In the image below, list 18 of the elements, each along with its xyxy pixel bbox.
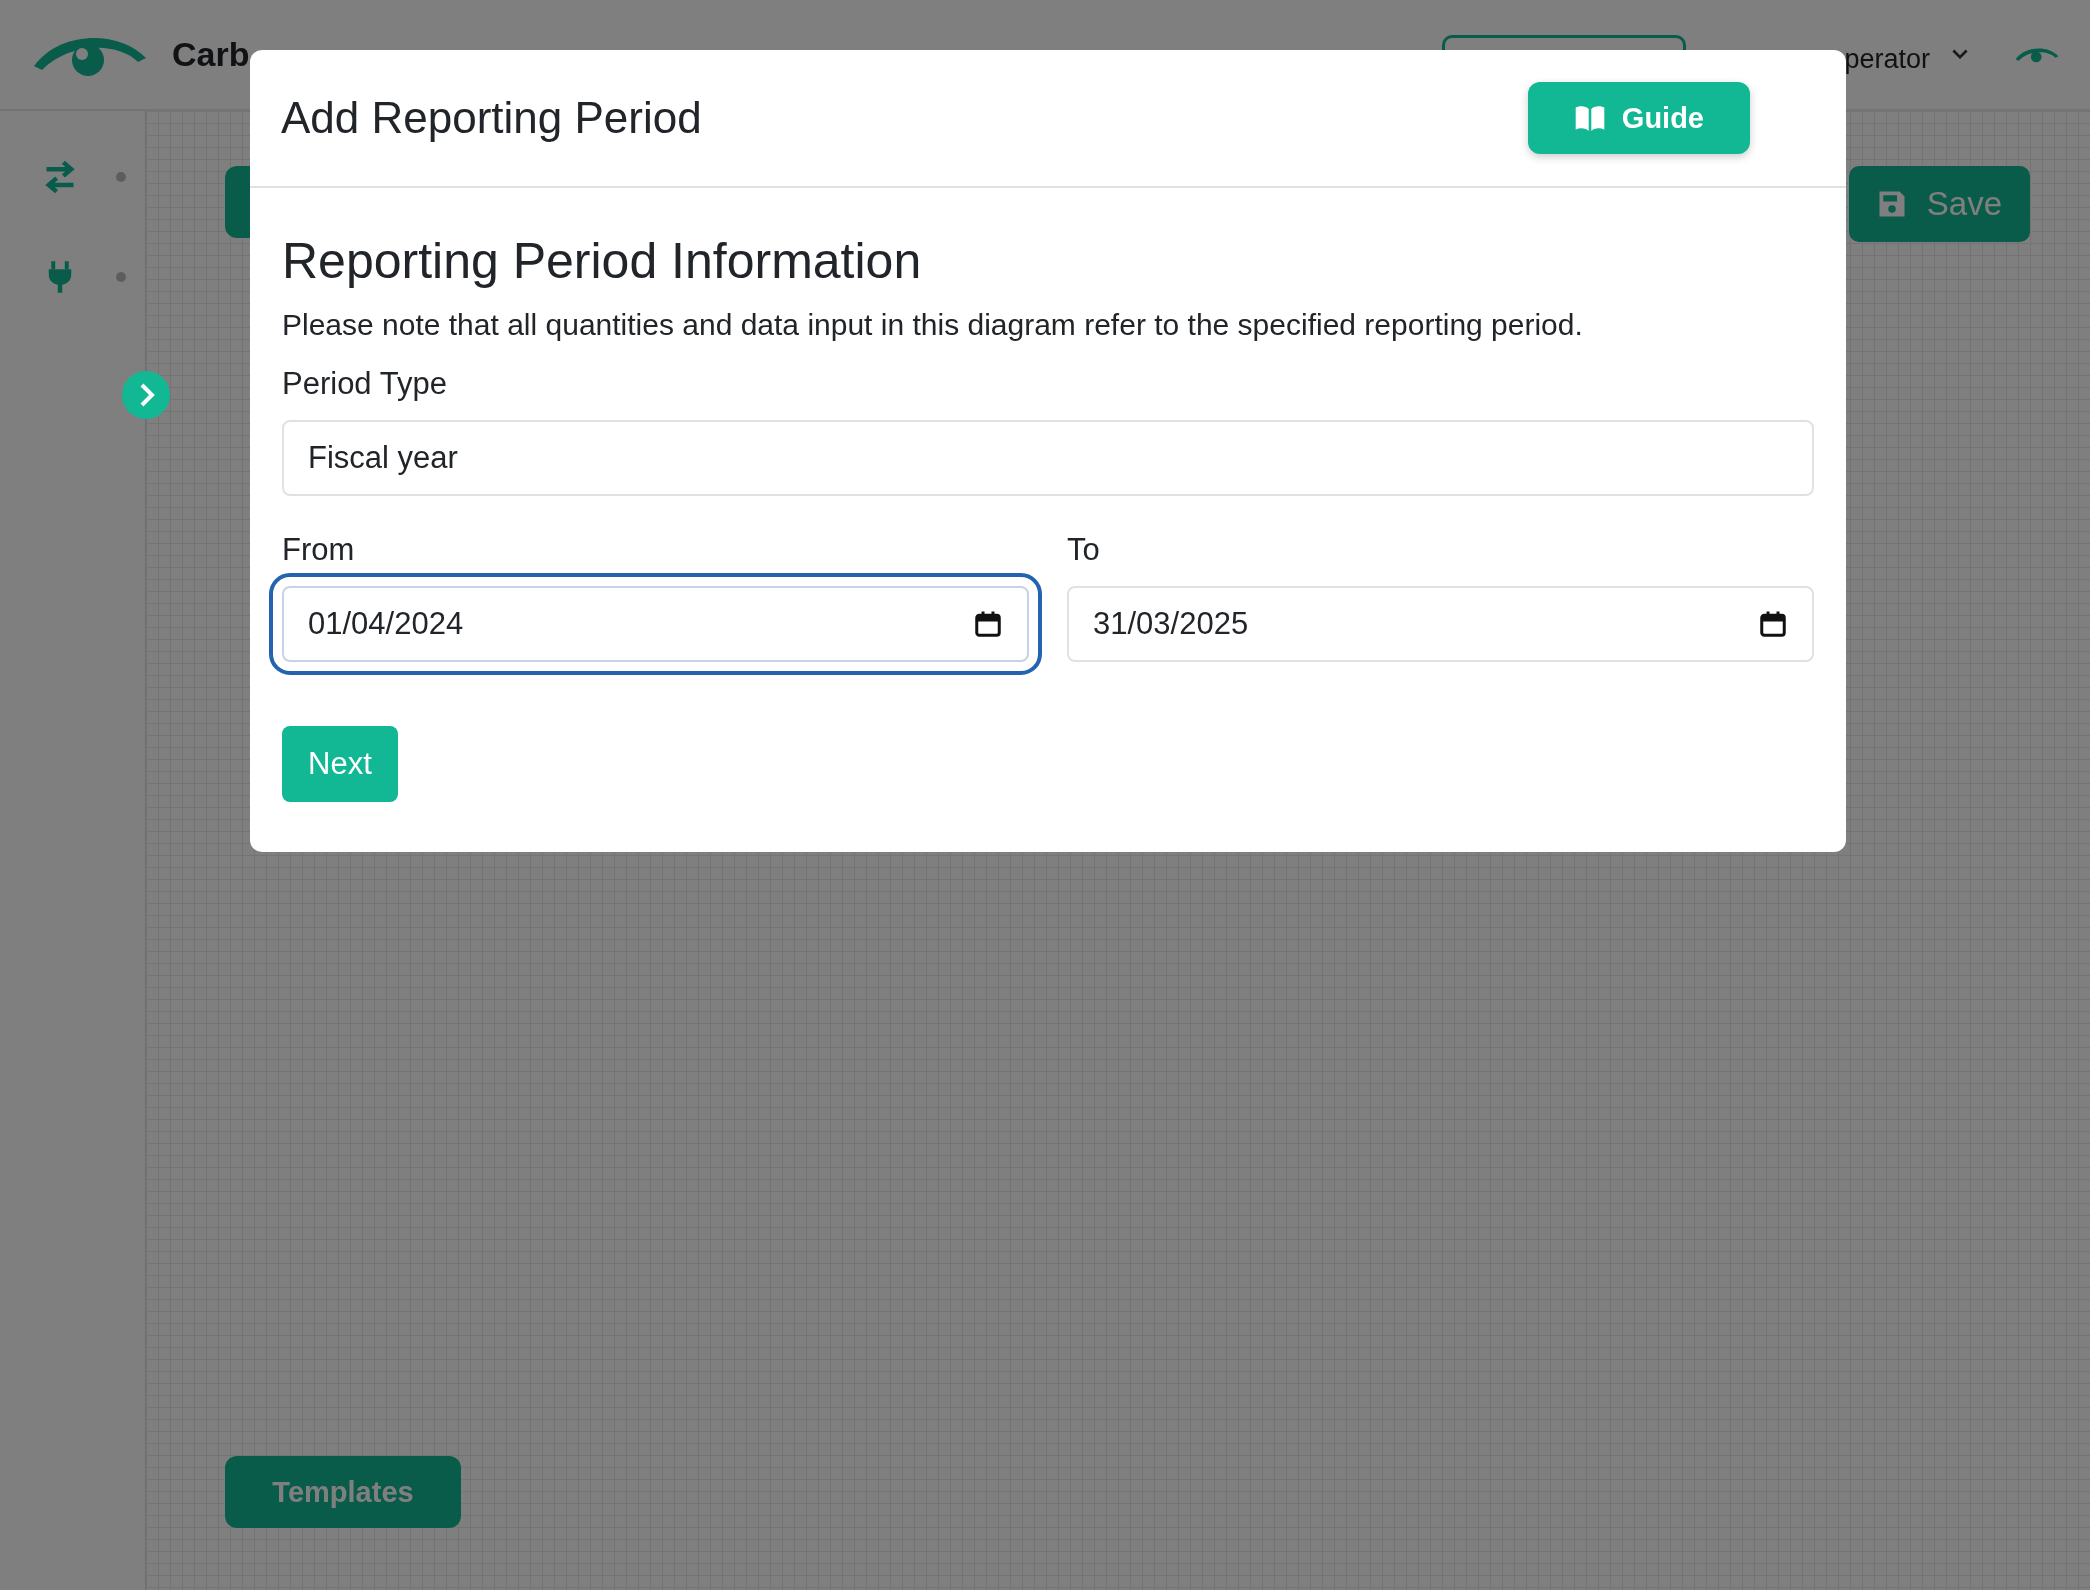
date-field[interactable]: 31/03/2025	[1067, 586, 1814, 662]
app-name: Carb	[172, 35, 250, 74]
note-text: Please note that all quantities and data input in this diagram refer to the specified reporting period.	[282, 308, 1583, 342]
dialog-title: Add Reporting Period	[281, 93, 702, 143]
status-dot	[116, 272, 126, 282]
calendar-icon[interactable]	[1758, 609, 1788, 639]
field-label: Period Type	[282, 366, 447, 402]
book-icon	[1573, 105, 1606, 131]
next-button[interactable]: Next	[282, 726, 398, 802]
status-dot	[116, 172, 126, 182]
chevron-down-icon[interactable]	[1952, 49, 1968, 60]
calendar-icon[interactable]	[973, 609, 1003, 639]
guide-button[interactable]: Guide	[1527, 82, 1750, 154]
section-title: Reporting Period Information	[282, 232, 922, 290]
chevron-right-icon[interactable]	[122, 371, 170, 419]
field-label: To	[1067, 532, 1101, 568]
field-label: From	[282, 532, 356, 568]
period-type-field[interactable]: Fiscal year	[282, 420, 1814, 496]
